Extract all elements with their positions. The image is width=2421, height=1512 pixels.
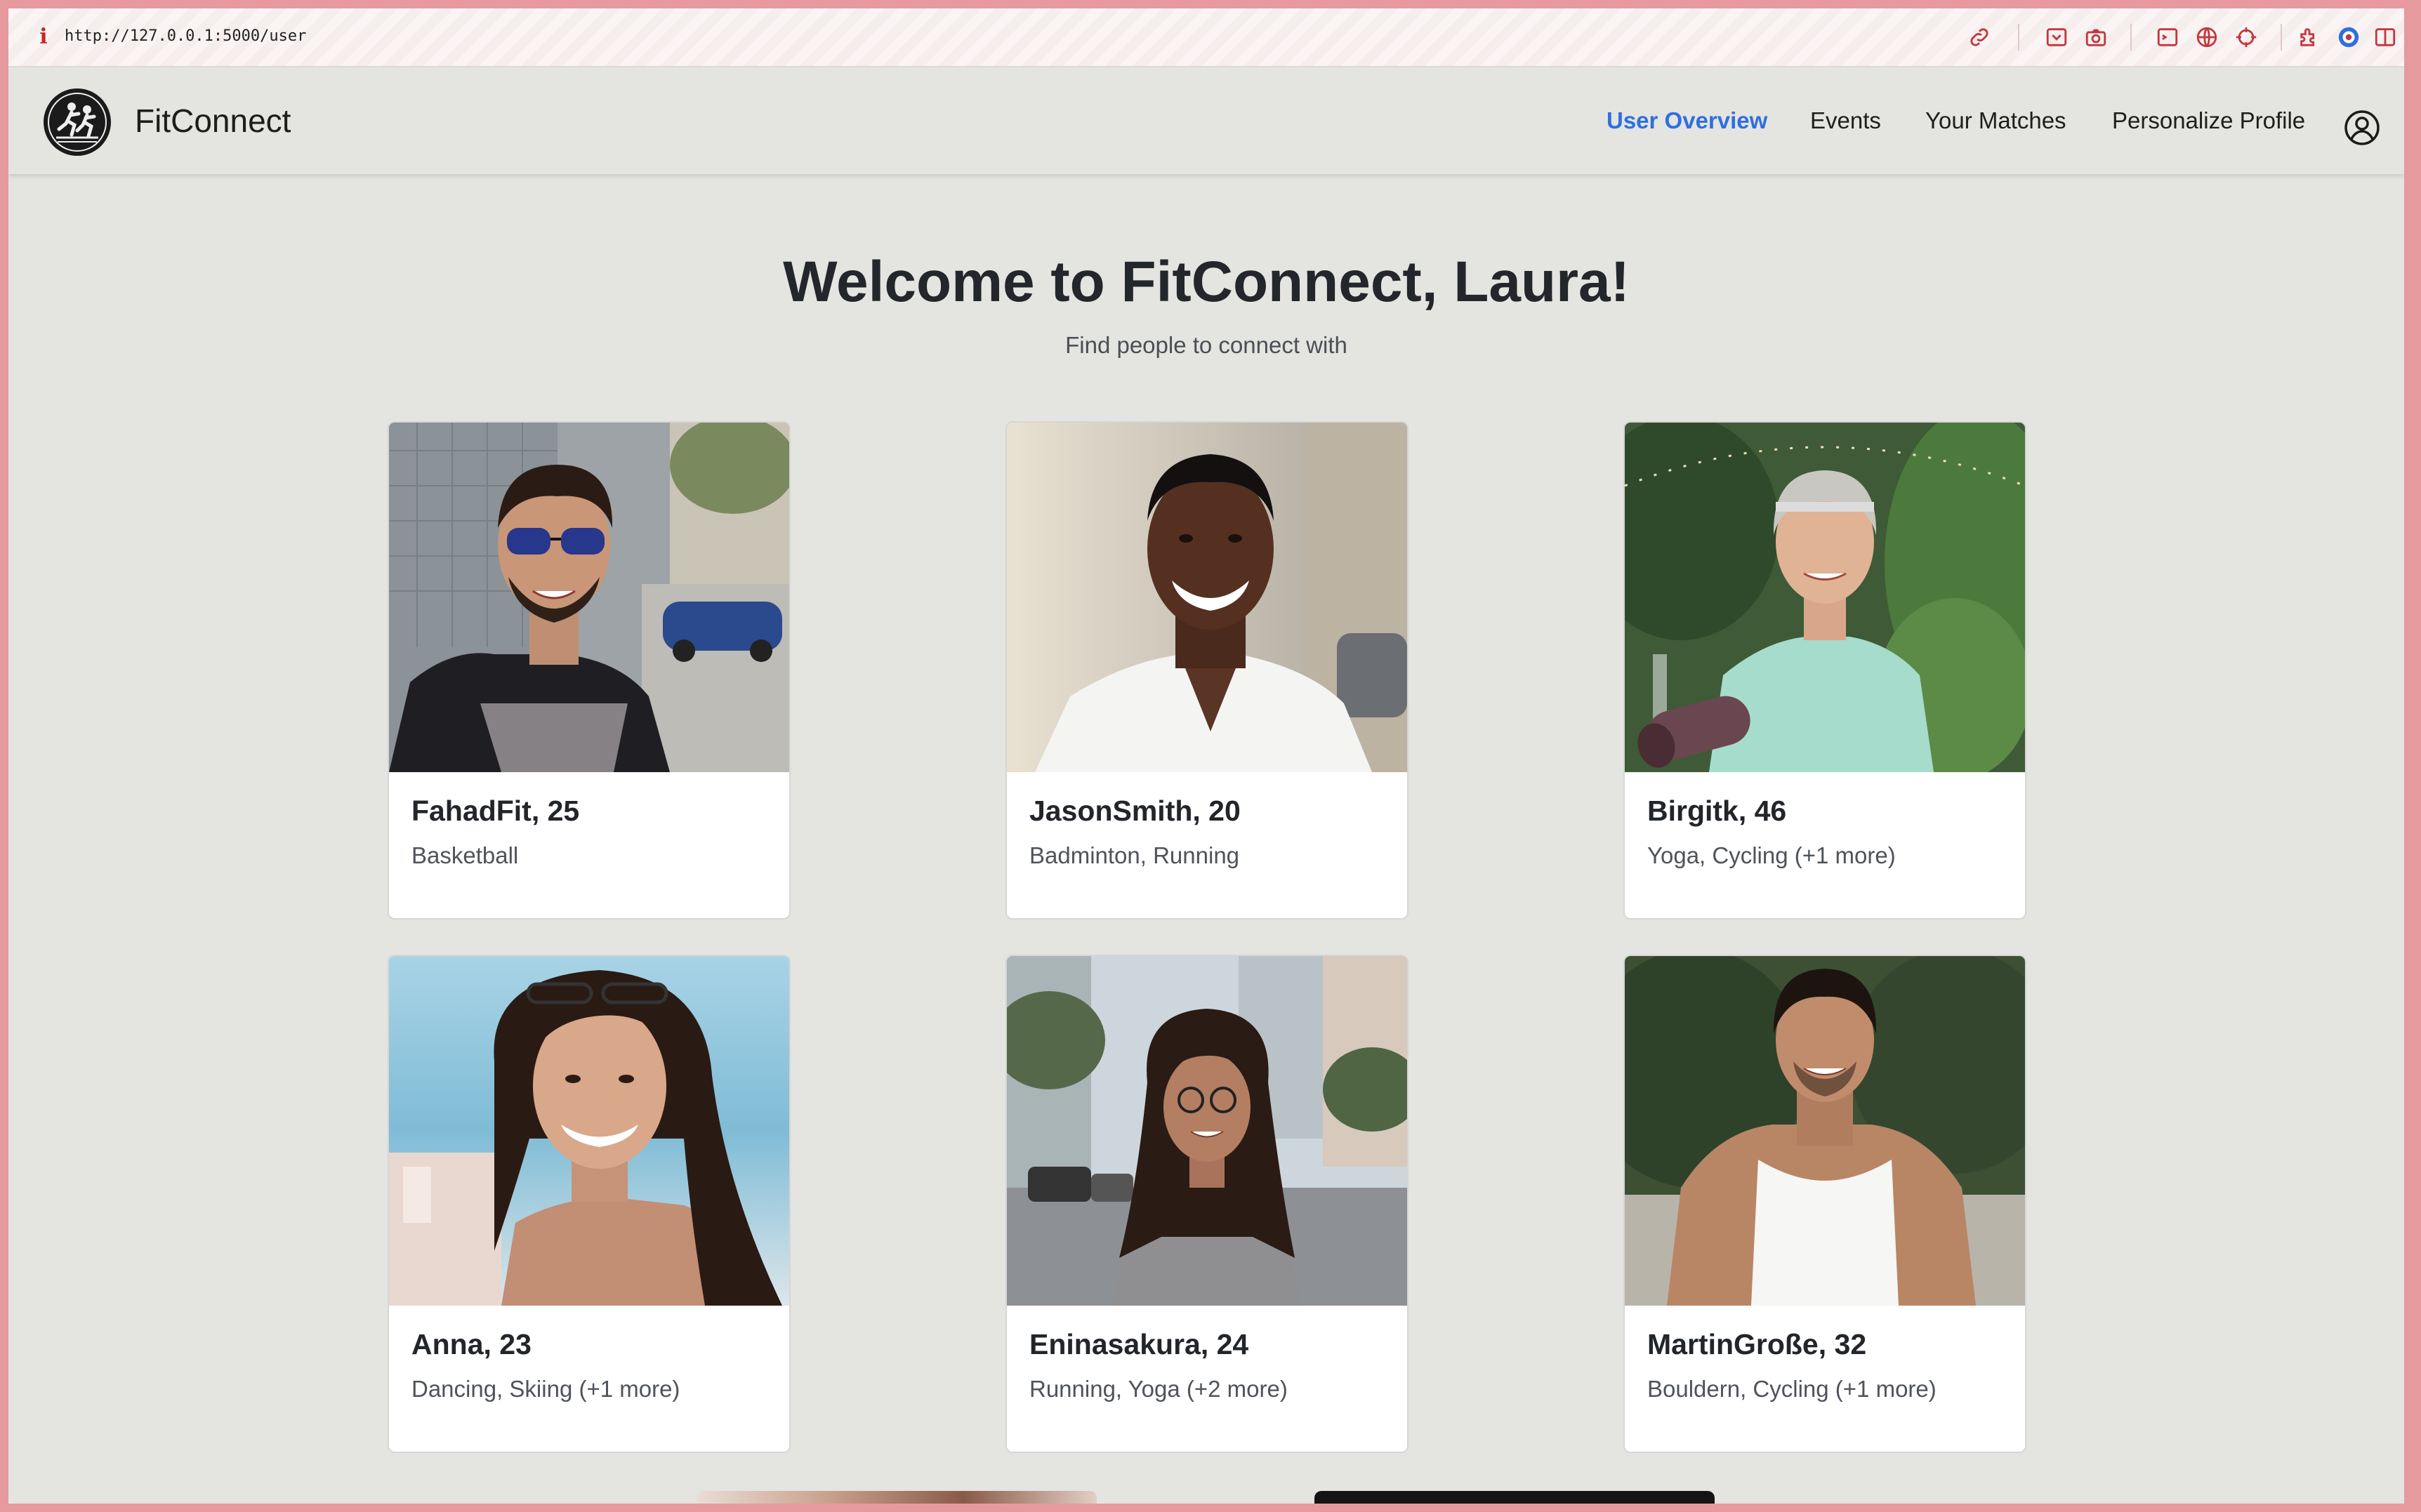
- user-photo: [389, 423, 789, 772]
- sidebar-toggle-icon[interactable]: [2373, 25, 2397, 49]
- terminal-icon[interactable]: [2156, 25, 2179, 49]
- brand-name[interactable]: FitConnect: [135, 101, 291, 140]
- user-sports: Bouldern, Cycling (+1 more): [1647, 1376, 1937, 1402]
- user-sports: Badminton, Running: [1029, 842, 1240, 868]
- globe-icon[interactable]: [2195, 25, 2219, 49]
- user-name: Anna, 23: [411, 1328, 532, 1360]
- crosshair-icon[interactable]: [2234, 25, 2258, 49]
- welcome-subtitle: Find people to connect with: [1065, 332, 1347, 358]
- user-card[interactable]: Anna, 23 Dancing, Skiing (+1 more): [388, 955, 791, 1453]
- user-card-partial[interactable]: [697, 1491, 1097, 1504]
- url-field[interactable]: http://127.0.0.1:5000/user: [65, 24, 306, 49]
- user-name: FahadFit, 25: [411, 795, 580, 827]
- browser-address-bar: i http://127.0.0.1:5000/user: [8, 8, 2404, 67]
- user-photo: [1625, 956, 2025, 1306]
- camera-icon[interactable]: [2084, 25, 2108, 49]
- user-photo: [389, 956, 789, 1306]
- user-name: Eninasakura, 24: [1029, 1328, 1249, 1360]
- user-name: MartinGroße, 32: [1647, 1328, 1867, 1360]
- welcome-title: Welcome to FitConnect, Laura!: [783, 250, 1630, 314]
- download-icon[interactable]: [2045, 25, 2069, 49]
- user-card[interactable]: MartinGroße, 32 Bouldern, Cycling (+1 mo…: [1623, 955, 2026, 1453]
- nav-user-overview[interactable]: User Overview: [1607, 105, 1767, 136]
- user-sports: Yoga, Cycling (+1 more): [1647, 842, 1896, 868]
- nav-events[interactable]: Events: [1810, 105, 1881, 136]
- user-name: JasonSmith, 20: [1029, 795, 1241, 827]
- user-photo: [1007, 423, 1407, 772]
- user-photo: [1625, 423, 2025, 772]
- link-icon[interactable]: [1967, 25, 1991, 49]
- user-card[interactable]: FahadFit, 25 Basketball: [388, 421, 791, 920]
- extension-icon[interactable]: [2297, 25, 2321, 49]
- user-sports: Running, Yoga (+2 more): [1029, 1376, 1288, 1402]
- app-navbar: FitConnect User Overview Events Your Mat…: [8, 67, 2404, 174]
- nav-your-matches[interactable]: Your Matches: [1925, 105, 2066, 136]
- user-photo: [1007, 956, 1407, 1306]
- user-card[interactable]: JasonSmith, 20 Badminton, Running: [1005, 421, 1409, 920]
- user-profile-icon[interactable]: [2344, 110, 2380, 146]
- site-info-icon[interactable]: i: [29, 21, 58, 52]
- user-card[interactable]: Birgitk, 46 Yoga, Cycling (+1 more): [1623, 421, 2026, 920]
- nav-personalize-profile[interactable]: Personalize Profile: [2112, 105, 2305, 136]
- user-sports: Basketball: [411, 842, 519, 868]
- user-sports: Dancing, Skiing (+1 more): [411, 1376, 680, 1402]
- account-sync-icon[interactable]: [2337, 25, 2361, 49]
- user-card-partial[interactable]: [1314, 1491, 1715, 1504]
- fitconnect-logo[interactable]: [44, 88, 111, 156]
- user-card[interactable]: Eninasakura, 24 Running, Yoga (+2 more): [1005, 955, 1409, 1453]
- user-name: Birgitk, 46: [1647, 795, 1787, 827]
- browser-window: i http://127.0.0.1:5000/user FitConnect …: [8, 8, 2404, 1504]
